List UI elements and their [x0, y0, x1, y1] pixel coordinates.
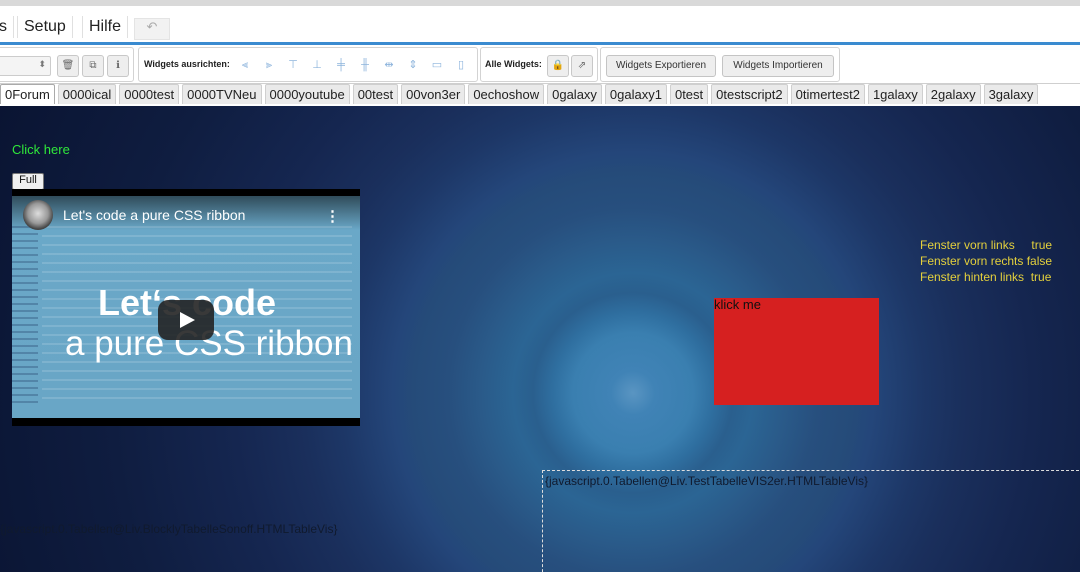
tab-00test[interactable]: 00test: [352, 84, 399, 104]
fenster-status-line: Fenster vorn links true: [920, 238, 1053, 252]
export-widgets-button[interactable]: Widgets Exportieren: [606, 55, 716, 77]
tab-0galaxy[interactable]: 0galaxy: [547, 84, 602, 104]
html-table-binding: {javascript.0.Tabellen@Liv.TestTabelleVI…: [545, 474, 869, 488]
view-canvas: Click here Full Let‘s code a pure CSS ri…: [0, 106, 1080, 572]
thumbnail-file-tree: [12, 226, 38, 406]
align-left-icon[interactable]: ⫷: [238, 58, 252, 72]
fenster-status-line: Fenster hinten links true: [920, 270, 1052, 284]
play-button-icon[interactable]: [158, 300, 214, 340]
tab-0000tvneu[interactable]: 0000TVNeu: [182, 84, 262, 104]
html-table-widget-2[interactable]: {javascript.0.Tabellen@Liv.TestTabelleVI…: [542, 470, 1080, 572]
full-button[interactable]: Full: [12, 173, 44, 190]
external-link-button[interactable]: ⇗: [571, 55, 593, 77]
tab-1galaxy[interactable]: 1galaxy: [867, 84, 923, 104]
click-here-link[interactable]: Click here: [12, 142, 70, 157]
fenster-status-line: Fenster vorn rechts false: [920, 254, 1053, 268]
copy-icon: ⧉: [89, 60, 97, 71]
tab-0testscript2[interactable]: 0testscript2: [711, 84, 788, 104]
trash-icon: 🗑: [61, 60, 75, 71]
toolbar: ⬍ 🗑 ⧉ ℹ Widgets ausrichten: ⫷ ⫸ ⊤ ⊥ ╪ ╫ …: [0, 45, 1080, 84]
copy-view-button[interactable]: ⧉: [82, 55, 104, 77]
all-widgets-group: Alle Widgets: 🔒 ⇗: [480, 47, 598, 82]
tab-0000youtube[interactable]: 0000youtube: [264, 84, 350, 104]
tab-0000ical[interactable]: 0000ical: [57, 84, 117, 104]
tab-3galaxy[interactable]: 3galaxy: [983, 84, 1039, 104]
undo-arrow-icon: ↶: [146, 19, 158, 34]
tab-0000test[interactable]: 0000test: [119, 84, 180, 104]
tab-0echoshow[interactable]: 0echoshow: [468, 84, 545, 104]
align-right-icon[interactable]: ⫸: [262, 58, 276, 72]
align-label: Widgets ausrichten:: [144, 59, 230, 69]
same-width-icon[interactable]: ▭: [430, 58, 444, 72]
menu-item-setup[interactable]: Setup: [17, 16, 73, 38]
menu-bar: s Setup Hilfe ↶: [0, 14, 1080, 42]
view-tabs: 0Forum 0000ical 0000test 0000TVNeu 0000youtu…: [0, 84, 1080, 106]
menu-item-hilfe[interactable]: Hilfe: [82, 16, 129, 38]
all-widgets-label: Alle Widgets:: [485, 59, 542, 69]
tab-0timertest2[interactable]: 0timertest2: [790, 84, 865, 104]
tab-0forum[interactable]: 0Forum: [0, 84, 55, 104]
align-toolbar-group: Widgets ausrichten: ⫷ ⫸ ⊤ ⊥ ╪ ╫ ⇹ ⇕ ▭ ▯: [138, 47, 478, 82]
distribute-h-icon[interactable]: ⇹: [382, 58, 396, 72]
info-view-button[interactable]: ℹ: [107, 55, 129, 77]
lock-widgets-button[interactable]: 🔒: [547, 55, 569, 77]
same-height-icon[interactable]: ▯: [454, 58, 468, 72]
align-top-icon[interactable]: ⊤: [286, 58, 300, 72]
lock-icon: 🔒: [551, 60, 565, 71]
align-center-v-icon[interactable]: ╫: [358, 58, 372, 72]
external-link-icon: ⇗: [577, 60, 587, 71]
youtube-video-widget[interactable]: Let‘s code a pure CSS ribbon Let's code …: [12, 189, 360, 426]
undo-button[interactable]: ↶: [134, 18, 170, 40]
klick-me-label: klick me: [714, 297, 761, 312]
export-import-group: Widgets Exportieren Widgets Importieren: [600, 47, 840, 82]
kebab-menu-icon[interactable]: ⋮: [325, 207, 340, 225]
view-toolbar-group: ⬍ 🗑 ⧉ ℹ: [0, 47, 134, 82]
tab-0galaxy1[interactable]: 0galaxy1: [604, 84, 667, 104]
avatar[interactable]: [23, 200, 53, 230]
select-arrow-icon: ⬍: [38, 59, 46, 69]
html-table-widget-1: {javascript.0.Tabellen@Liv.BlocklyTabell…: [0, 522, 338, 536]
tab-00von3er[interactable]: 00von3er: [401, 84, 466, 104]
info-icon: ℹ: [116, 60, 120, 71]
tab-0test[interactable]: 0test: [669, 84, 709, 104]
align-bottom-icon[interactable]: ⊥: [310, 58, 324, 72]
tab-2galaxy[interactable]: 2galaxy: [925, 84, 981, 104]
menu-item-views[interactable]: s: [0, 16, 14, 38]
view-select[interactable]: ⬍: [0, 56, 51, 76]
window-top-strip: [0, 0, 1080, 6]
klick-me-widget[interactable]: klick me: [714, 297, 879, 405]
align-center-h-icon[interactable]: ╪: [334, 58, 348, 72]
delete-view-button[interactable]: 🗑: [57, 55, 79, 77]
video-title[interactable]: Let's code a pure CSS ribbon: [63, 207, 245, 223]
import-widgets-button[interactable]: Widgets Importieren: [722, 55, 834, 77]
fenster-status-list: Fenster vorn links true Fenster vorn rech…: [920, 237, 1052, 285]
distribute-v-icon[interactable]: ⇕: [406, 58, 420, 72]
